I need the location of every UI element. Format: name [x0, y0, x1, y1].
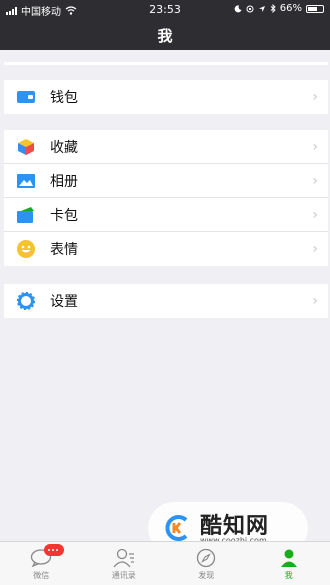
gear-icon	[16, 291, 36, 311]
unread-badge	[44, 544, 64, 556]
tab-chats[interactable]: 微信	[0, 542, 83, 585]
card-package-icon	[16, 205, 36, 225]
nav-bar: 我	[0, 18, 330, 50]
tab-discover[interactable]: 发现	[165, 542, 248, 585]
wallet-label: 钱包	[50, 90, 78, 106]
moon-icon	[234, 4, 242, 12]
status-bar: 中国移动 23:53 66%	[0, 0, 330, 18]
me-icon	[277, 547, 301, 569]
tab-label: 通讯录	[111, 571, 136, 580]
chevron-right-icon: ›	[312, 241, 318, 257]
album-cell[interactable]: 相册 ›	[4, 164, 328, 198]
compass-icon	[194, 547, 218, 569]
page-title: 我	[157, 27, 173, 45]
chevron-right-icon: ›	[312, 89, 318, 105]
collection-group: 收藏 › 相册 › 卡包 › 表情 ›	[4, 130, 328, 266]
chevron-right-icon: ›	[312, 173, 318, 189]
album-label: 相册	[50, 173, 78, 190]
location-icon	[258, 5, 265, 12]
bluetooth-icon	[270, 4, 276, 13]
chevron-right-icon: ›	[312, 293, 318, 309]
me-content: 钱包 › 收藏 › 相册 › 卡包 › 表情 › 设置 ›	[4, 50, 328, 542]
tab-me[interactable]: 我	[248, 542, 330, 585]
status-right: 66%	[234, 3, 324, 14]
emoji-face-icon	[16, 239, 36, 259]
settings-cell[interactable]: 设置 ›	[4, 284, 328, 318]
cards-label: 卡包	[50, 207, 78, 224]
tab-label: 我	[284, 571, 293, 580]
settings-label: 设置	[50, 294, 78, 310]
battery-percent: 66%	[279, 3, 302, 14]
wallet-group: 钱包 ›	[4, 80, 328, 114]
wallet-cell[interactable]: 钱包 ›	[4, 80, 328, 114]
cards-cell[interactable]: 卡包 ›	[4, 198, 328, 232]
favorites-cell[interactable]: 收藏 ›	[4, 130, 328, 164]
chevron-right-icon: ›	[312, 207, 318, 223]
album-icon	[16, 171, 36, 191]
tab-bar: 微信 通讯录 发现 我	[0, 541, 330, 585]
orientation-lock-icon	[246, 5, 254, 12]
tab-label: 发现	[198, 571, 215, 580]
battery-icon	[306, 4, 324, 13]
favorites-cube-icon	[16, 137, 36, 157]
wallet-icon	[16, 87, 36, 107]
favorites-label: 收藏	[50, 139, 78, 156]
contacts-icon	[112, 547, 136, 569]
stickers-label: 表情	[50, 242, 78, 258]
tab-contacts[interactable]: 通讯录	[83, 542, 166, 585]
tab-label: 微信	[33, 571, 50, 580]
profile-group-edge	[4, 62, 328, 65]
settings-group: 设置 ›	[4, 284, 328, 318]
chevron-right-icon: ›	[312, 139, 318, 155]
watermark-logo-icon	[165, 515, 188, 541]
stickers-cell[interactable]: 表情 ›	[4, 232, 328, 266]
